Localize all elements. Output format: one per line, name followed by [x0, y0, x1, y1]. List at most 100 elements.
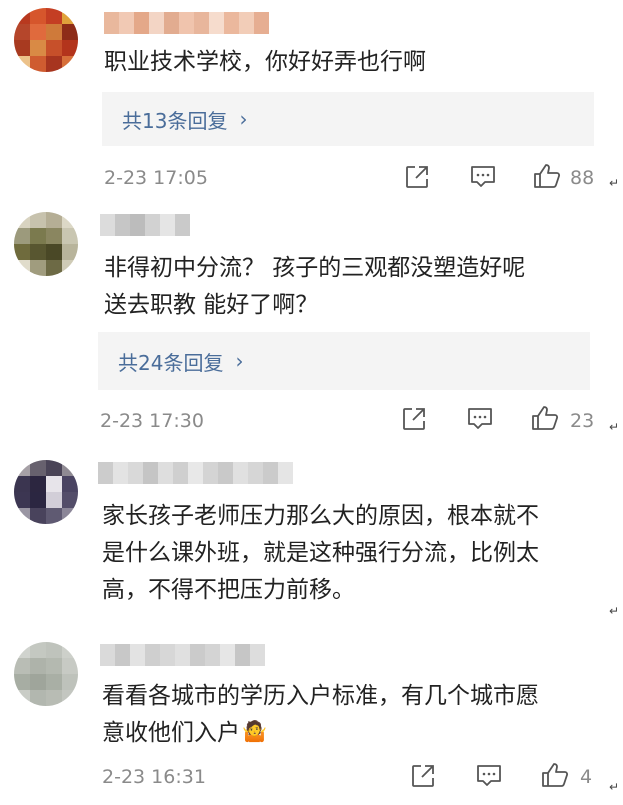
comment-text: 看看各城市的学历入户标准，有几个城市愿 意收他们入户 🤷: [102, 678, 602, 752]
avatar-pixel: [62, 658, 78, 674]
username-pixel: [100, 214, 115, 236]
share-icon[interactable]: [401, 406, 427, 436]
username-pixel: [134, 12, 149, 34]
chevron-right-icon: ›: [235, 349, 244, 373]
username-blurred[interactable]: [100, 644, 265, 666]
avatar-pixel: [62, 508, 78, 524]
username-blurred[interactable]: [104, 12, 269, 34]
username-pixel: [190, 644, 205, 666]
avatar-pixel: [62, 642, 78, 658]
avatar[interactable]: [14, 8, 78, 72]
replies-label: 共13条回复: [122, 108, 228, 133]
username-pixel: [175, 214, 190, 236]
comment-line: 高，不得不把压力前移。: [102, 577, 355, 603]
thumbs-up-icon[interactable]: [530, 404, 560, 436]
thumbs-up-icon[interactable]: [532, 162, 562, 194]
avatar-pixel: [30, 40, 46, 56]
avatar[interactable]: [14, 642, 78, 706]
avatar-pixel: [30, 658, 46, 674]
avatar-pixel: [46, 40, 62, 56]
avatar-pixel: [14, 228, 30, 244]
comment-icon[interactable]: [469, 164, 497, 194]
replies-link[interactable]: 共24条回复 ›: [98, 332, 590, 390]
avatar-pixel: [14, 8, 30, 24]
avatar-pixel: [30, 212, 46, 228]
avatar-pixel: [46, 476, 62, 492]
return-mark: ↵: [608, 420, 619, 434]
username-pixel: [113, 462, 128, 484]
avatar-pixel: [46, 8, 62, 24]
username-pixel: [248, 462, 263, 484]
share-icon[interactable]: [410, 763, 436, 793]
comment-date: 2-23 17:05: [104, 167, 208, 189]
avatar-pixel: [14, 56, 30, 72]
comment-icon[interactable]: [466, 406, 494, 436]
avatar-pixel: [62, 460, 78, 476]
avatar-pixel: [62, 476, 78, 492]
username-pixel: [254, 12, 269, 34]
replies-link[interactable]: 共13条回复 ›: [102, 92, 594, 146]
avatar-pixel: [14, 642, 30, 658]
avatar-pixel: [46, 460, 62, 476]
username-pixel: [239, 12, 254, 34]
avatar-pixel: [30, 260, 46, 276]
comment-2: 非得初中分流？ 孩子的三观都没塑造好呢 送去职教 能好了啊？ 共24条回复 › …: [0, 200, 623, 448]
thumbs-up-icon[interactable]: [540, 761, 570, 793]
avatar-pixel: [62, 244, 78, 260]
avatar-pixel: [46, 658, 62, 674]
return-mark: ↵: [608, 780, 619, 794]
username-pixel: [145, 214, 160, 236]
like-count: 4: [580, 766, 593, 788]
shrug-emoji-icon: 🤷: [242, 719, 267, 743]
username-pixel: [128, 462, 143, 484]
avatar-pixel: [46, 244, 62, 260]
avatar-pixel: [14, 40, 30, 56]
username-pixel: [100, 644, 115, 666]
username-blurred[interactable]: [100, 214, 190, 236]
avatar-pixel: [46, 690, 62, 706]
avatar-pixel: [30, 244, 46, 260]
avatar-pixel: [30, 674, 46, 690]
avatar-pixel: [30, 8, 46, 24]
username-pixel: [160, 214, 175, 236]
avatar-pixel: [62, 8, 78, 24]
username-pixel: [119, 12, 134, 34]
like-count: 23: [570, 410, 595, 432]
comment-line: 送去职教 能好了啊？: [104, 292, 319, 318]
share-icon[interactable]: [404, 164, 430, 194]
avatar-pixel: [62, 690, 78, 706]
avatar-pixel: [14, 460, 30, 476]
username-pixel: [278, 462, 293, 484]
avatar[interactable]: [14, 212, 78, 276]
username-pixel: [203, 462, 218, 484]
comment-icon[interactable]: [475, 763, 503, 793]
comment-line-text: 意收他们入户: [102, 720, 240, 746]
comment-3: 家长孩子老师压力那么大的原因，根本就不 是什么课外班，就是这种强行分流，比例太 …: [0, 448, 623, 630]
avatar-pixel: [46, 492, 62, 508]
username-pixel: [160, 644, 175, 666]
username-pixel: [98, 462, 113, 484]
comment-1: 职业技术学校，你好好弄也行啊 共13条回复 › 2-23 17:05 88 ↵: [0, 0, 623, 200]
like-count: 88: [570, 167, 595, 189]
avatar-pixel: [46, 642, 62, 658]
username-blurred[interactable]: [98, 462, 293, 484]
comment-text: 非得初中分流？ 孩子的三观都没塑造好呢 送去职教 能好了啊？: [104, 250, 604, 324]
username-pixel: [145, 644, 160, 666]
avatar-pixel: [46, 212, 62, 228]
avatar-pixel: [30, 690, 46, 706]
avatar-pixel: [62, 228, 78, 244]
avatar-pixel: [46, 508, 62, 524]
avatar-pixel: [14, 212, 30, 228]
avatar-pixel: [14, 260, 30, 276]
avatar-pixel: [46, 260, 62, 276]
replies-label: 共24条回复: [118, 350, 224, 375]
avatar-pixel: [14, 690, 30, 706]
avatar-pixel: [46, 674, 62, 690]
comment-line: 是什么课外班，就是这种强行分流，比例太: [102, 540, 539, 566]
avatar-pixel: [14, 244, 30, 260]
avatar-pixel: [14, 674, 30, 690]
avatar[interactable]: [14, 460, 78, 524]
username-pixel: [158, 462, 173, 484]
username-pixel: [143, 462, 158, 484]
username-pixel: [188, 462, 203, 484]
